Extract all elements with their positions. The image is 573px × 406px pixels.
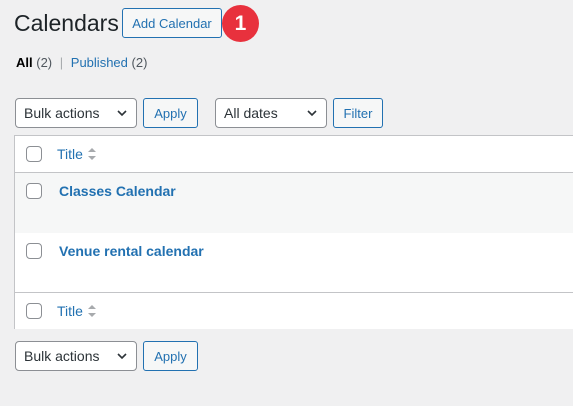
title-column-label: Title	[57, 146, 83, 162]
dates-filter-select[interactable]: All dates	[215, 98, 327, 128]
row-title-link[interactable]: Venue rental calendar	[59, 243, 204, 259]
view-published-link[interactable]: Published	[71, 55, 128, 70]
calendars-table: Title Classes Calendar Venue rental cale…	[14, 135, 573, 329]
table-footer-row: Title	[15, 293, 573, 329]
apply-button-bottom[interactable]: Apply	[143, 341, 198, 371]
row-checkbox[interactable]	[26, 183, 42, 199]
add-calendar-button[interactable]: Add Calendar	[122, 8, 222, 38]
apply-button-top[interactable]: Apply	[143, 98, 198, 128]
view-all-count: (2)	[36, 55, 53, 70]
table-header-row: Title	[15, 136, 573, 173]
chevron-down-icon	[117, 110, 127, 117]
title-column-footer[interactable]: Title	[57, 303, 97, 319]
view-filters: All (2) | Published (2)	[16, 54, 147, 71]
sort-icon	[87, 148, 96, 160]
bulk-actions-select-top-value: Bulk actions	[24, 105, 100, 121]
view-separator: |	[59, 55, 64, 70]
table-row: Venue rental calendar	[15, 233, 573, 293]
row-title-link[interactable]: Classes Calendar	[59, 183, 176, 199]
select-all-checkbox-footer[interactable]	[26, 303, 42, 319]
bulk-actions-select-bottom[interactable]: Bulk actions	[15, 341, 137, 371]
page-title: Calendars	[14, 10, 119, 36]
filter-button[interactable]: Filter	[333, 98, 383, 128]
chevron-down-icon	[307, 110, 317, 117]
bulk-actions-select-bottom-value: Bulk actions	[24, 348, 100, 364]
bulk-actions-select-top[interactable]: Bulk actions	[15, 98, 137, 128]
title-column-header[interactable]: Title	[57, 146, 97, 162]
step-badge: 1	[222, 5, 259, 42]
chevron-down-icon	[117, 353, 127, 360]
row-checkbox[interactable]	[26, 243, 42, 259]
table-row: Classes Calendar	[15, 173, 573, 233]
title-column-footer-label: Title	[57, 303, 83, 319]
view-published-count: (2)	[131, 55, 148, 70]
select-all-checkbox[interactable]	[26, 146, 42, 162]
view-all-link[interactable]: All	[16, 55, 33, 70]
dates-filter-select-value: All dates	[224, 105, 278, 121]
sort-icon	[87, 305, 96, 317]
